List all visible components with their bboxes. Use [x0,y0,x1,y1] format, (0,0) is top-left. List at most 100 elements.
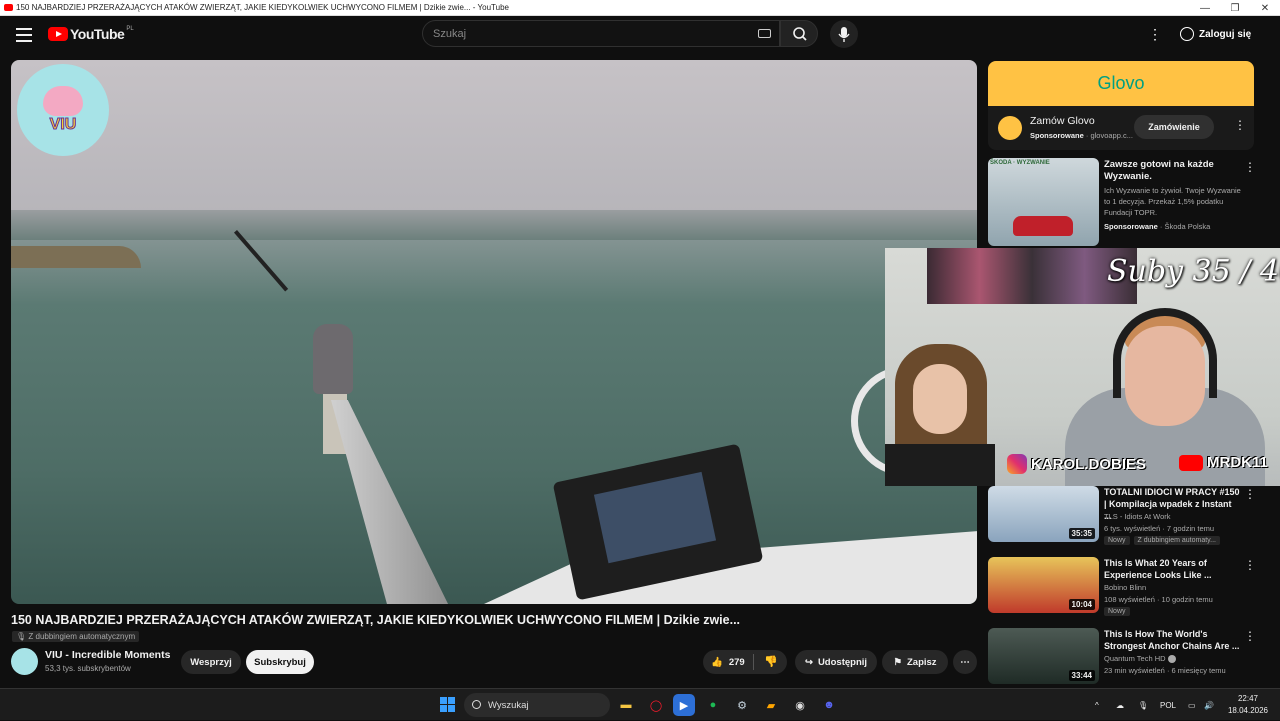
video-title[interactable]: This Is How The World's Strongest Anchor… [1104,628,1240,652]
order-button[interactable]: Zamówienie [1134,115,1214,139]
search-placeholder: Szukaj [433,27,467,40]
microphone-icon [838,27,850,42]
like-dislike-bar[interactable]: 👍 279 👎 [703,650,787,674]
advertiser: · Škoda Polska [1159,222,1211,231]
channel-name-text: Quantum Tech HD [1104,654,1166,663]
youtube-handle: MRDK11 [1179,454,1268,471]
skoda-thumb-label: ŠKODA · WYZWANIE [990,160,1050,166]
ad-title[interactable]: Zamów Glovo [1030,115,1095,127]
youtube-icon [1179,454,1203,471]
instagram-handle: KAROL.DOBIES [1007,454,1146,474]
channel-owner[interactable]: VIU - Incredible Moments 53,3 tys. subsk… [11,647,170,675]
spotify-icon[interactable]: ● [702,694,724,716]
list-item[interactable]: 35:35 TOTALNI IDIOCI W PRACY #150 | Komp… [988,486,1268,546]
like-separator [753,654,754,670]
skoda-ad-thumbnail[interactable]: ŠKODA · WYZWANIE [988,158,1099,246]
join-button[interactable]: Wesprzyj [181,650,241,674]
streaming-app-icon[interactable]: ▰ [760,694,782,716]
channel-name[interactable]: VIU - Incredible Moments [45,649,170,661]
list-item[interactable]: 33:44 This Is How The World's Strongest … [988,628,1268,688]
video-meta: 108 wyświetleń · 10 godzin temu [1104,595,1213,604]
search-icon [472,700,481,709]
ad-more-icon[interactable]: ⋮ [1234,118,1246,132]
share-button[interactable]: ↪ Udostępnij [795,650,877,674]
save-button[interactable]: ⚑ Zapisz [882,650,948,674]
settings-more-button[interactable]: ⋮ [1148,26,1162,43]
more-icon[interactable]: ⋮ [1244,558,1256,572]
skoda-ad[interactable]: ŠKODA · WYZWANIE Zawsze gotowi na każde … [988,158,1258,248]
logo-text: YouTube [70,26,125,42]
like-count: 279 [728,656,745,668]
skoda-ad-meta: Sponsorowane · Škoda Polska [1104,222,1210,231]
video-thumbnail[interactable]: 35:35 [988,486,1099,542]
system-clock[interactable]: 22:47 18.04.2026 [1222,693,1274,717]
language-indicator[interactable]: POL [1160,689,1176,721]
ad-meta: Sponsorowane · glovoapp.c... [1030,131,1133,140]
country-code: PL [126,26,134,32]
video-thumbnail[interactable]: 33:44 [988,628,1099,684]
maximize-button[interactable]: ❐ [1220,0,1250,16]
skoda-ad-title[interactable]: Zawsze gotowi na każde Wyzwanie. [1104,159,1234,183]
sponsored-label: Sponsorowane [1104,222,1158,231]
webcam-overlay: Suby 35 / 40 KAROL.DOBIES MRDK11 [885,248,1280,486]
video-duration: 35:35 [1068,528,1095,539]
search-icon [793,27,807,41]
channel-avatar[interactable] [11,647,38,675]
channel-name[interactable]: TLS - Idiots At Work [1104,512,1171,521]
skoda-ad-description: Ich Wyzwanie to żywioł. Twoje Wyzwanie t… [1104,186,1241,217]
windows-start-icon[interactable] [440,697,455,712]
youtube-play-icon [48,27,68,41]
video-meta: 23 min wyświetleń · 6 miesięcy temu [1104,666,1226,675]
ad-more-icon[interactable]: ⋮ [1244,160,1256,174]
search-button[interactable] [780,20,818,47]
file-explorer-icon[interactable]: ▬ [615,694,637,716]
opera-browser-icon[interactable]: ◯ [645,694,667,716]
wifi-icon[interactable]: ▭ [1188,689,1196,721]
streamer-guest-face [913,364,967,434]
thumbs-up-icon[interactable]: 👍 [711,657,723,668]
more-icon[interactable]: ⋮ [1244,487,1256,501]
fisherman [313,324,353,394]
video-thumbnail[interactable]: 10:04 [988,557,1099,613]
keyboard-icon[interactable] [758,29,771,38]
channel-name[interactable]: Quantum Tech HD [1104,654,1176,664]
subscribe-button[interactable]: Subskrybuj [246,650,314,674]
microphone-tray-icon[interactable]: 🎙 [1138,689,1148,721]
bookmark-icon: ⚑ [893,656,902,668]
youtube-text: MRDK11 [1207,454,1268,471]
save-label: Zapisz [906,656,937,668]
tray-overflow-icon[interactable]: ^ [1095,689,1099,721]
volume-icon[interactable]: 🔊 [1204,689,1214,721]
obs-icon[interactable]: ◉ [789,694,811,716]
steam-icon[interactable]: ⚙ [731,694,753,716]
thumbs-down-icon[interactable]: 👎 [764,655,778,668]
headset-icon [1113,308,1217,398]
glovo-ad-banner[interactable]: Glovo [988,61,1254,106]
taskbar-search[interactable]: Wyszukaj [464,693,610,717]
streamer-guest-body [885,444,995,486]
signin-button[interactable]: Zaloguj się [1174,23,1257,45]
video-player[interactable]: VIU [11,60,977,604]
youtube-logo[interactable]: YouTube PL [48,26,134,42]
video-title[interactable]: This Is What 20 Years of Experience Look… [1104,557,1240,581]
active-app-icon[interactable]: ▶ [673,694,695,716]
glovo-ad-card[interactable]: Zamów Glovo Sponsorowane · glovoapp.c...… [988,106,1254,150]
instagram-icon [1007,454,1027,474]
minimize-button[interactable]: — [1190,0,1220,16]
sponsored-label: Sponsorowane [1030,131,1084,140]
close-button[interactable]: ✕ [1250,0,1280,16]
hamburger-menu-icon[interactable] [16,28,32,42]
more-icon[interactable]: ⋮ [1244,629,1256,643]
windows-taskbar: Wyszukaj ▬ ◯ ▶ ● ⚙ ▰ ◉ ☻ ^ ☁ 🎙 POL ▭ 🔊 2… [0,688,1280,720]
more-actions-button[interactable]: ⋯ [953,650,977,674]
channel-name[interactable]: Bobino Blinn [1104,583,1146,592]
voice-search-button[interactable] [830,20,858,48]
list-item[interactable]: 10:04 This Is What 20 Years of Experienc… [988,557,1268,617]
video-duration: 33:44 [1068,670,1095,681]
wall-painting [927,248,1137,304]
network-tray-icon[interactable]: ☁ [1116,689,1124,721]
search-input[interactable]: Szukaj [422,20,780,47]
ad-domain: · glovoapp.c... [1085,131,1133,140]
discord-icon[interactable]: ☻ [818,694,840,716]
window-titlebar: 150 NAJBARDZIEJ PRZERAŻAJĄCYCH ATAKÓW ZW… [0,0,1280,16]
